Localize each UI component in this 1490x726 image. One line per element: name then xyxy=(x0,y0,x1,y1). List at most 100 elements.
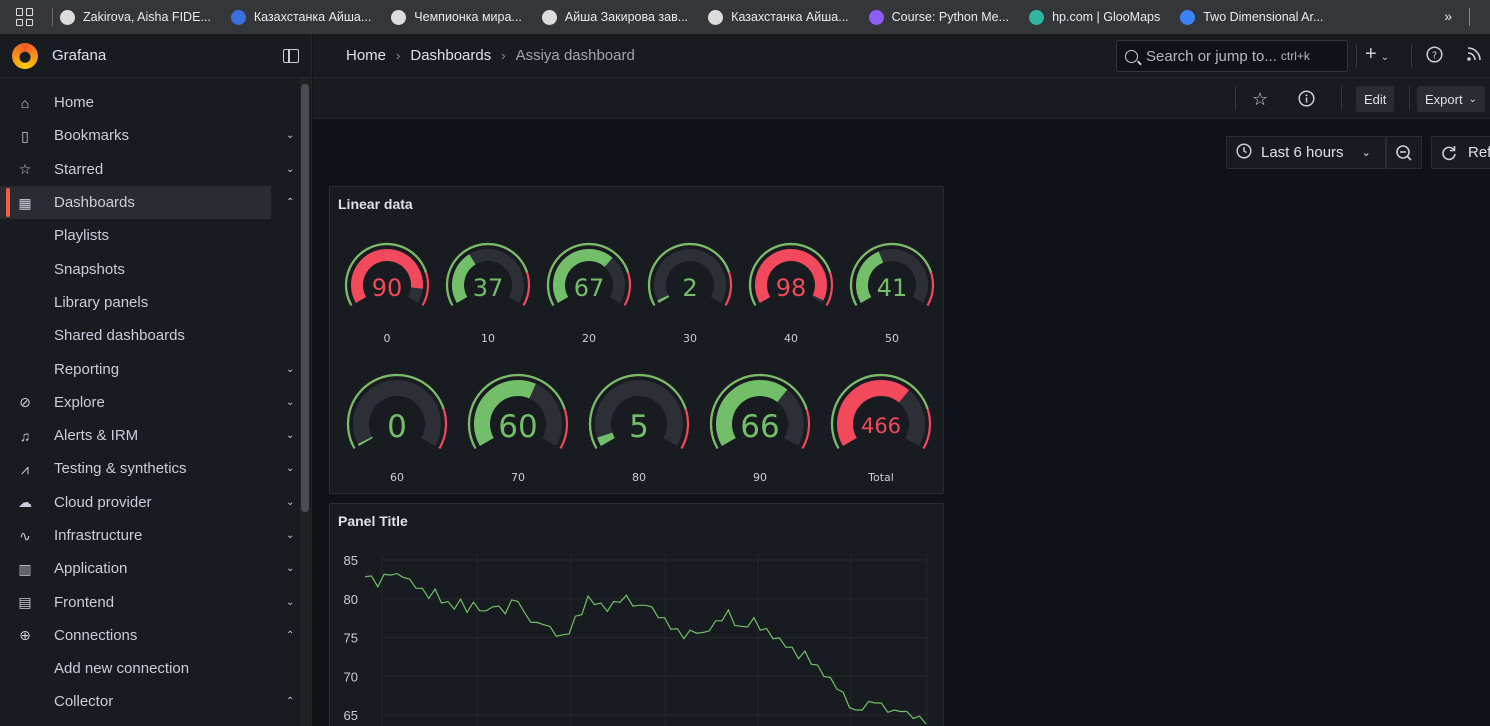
chevron-down-icon[interactable]: ⌄ xyxy=(286,563,294,574)
bookmark-item[interactable]: Zakirova, Aisha FIDE... xyxy=(60,9,211,25)
breadcrumb-separator: › xyxy=(501,48,506,63)
breadcrumb-dashboards[interactable]: Dashboards xyxy=(410,47,491,64)
sidebar-item-alerts-irm[interactable]: ♫ Alerts & IRM ⌄ xyxy=(0,419,300,452)
sidebar-item-add-new-connection[interactable]: Add new connection xyxy=(0,652,300,685)
zoom-out-button[interactable] xyxy=(1386,136,1422,169)
gauge: 67 20 xyxy=(544,231,634,346)
timeseries-panel[interactable]: Panel Title 85 80 75 70 65 xyxy=(329,503,944,726)
sidebar-item-label: Playlists xyxy=(54,227,110,245)
sidebar-item-label: Shared dashboards xyxy=(54,327,185,345)
toolbar-divider xyxy=(1341,86,1342,110)
keyboard-shortcut-hint: ctrl+k xyxy=(1280,49,1310,63)
chevron-down-icon[interactable]: ⌄ xyxy=(286,430,294,441)
gauge-value: 37 xyxy=(472,273,504,302)
sidebar-item-library-panels[interactable]: Library panels xyxy=(0,286,300,319)
bookmark-favicon-icon xyxy=(868,9,884,25)
sidebar-item-label: Reporting xyxy=(54,360,120,378)
sidebar-item-collector[interactable]: Collector ⌃ xyxy=(0,685,300,718)
dock-menu-icon[interactable] xyxy=(283,49,299,63)
refresh-button[interactable]: Ref xyxy=(1431,136,1490,169)
sidebar-item-playlists[interactable]: Playlists xyxy=(0,219,300,252)
sidebar-item-label: Connections xyxy=(54,626,138,644)
gauge-label: 50 xyxy=(885,332,899,345)
gauge-label: 20 xyxy=(582,332,596,345)
gauge-label: 10 xyxy=(481,332,495,345)
search-input[interactable]: Search or jump to... ctrl+k xyxy=(1116,40,1348,72)
chevron-down-icon: ⌄ xyxy=(1468,93,1477,105)
breadcrumb-home[interactable]: Home xyxy=(346,47,386,64)
bars-icon: ▥ xyxy=(18,560,32,577)
gauge: 60 70 xyxy=(463,362,573,485)
bookmark-item[interactable]: Course: Python Me... xyxy=(868,9,1009,25)
sidebar-item-snapshots[interactable]: Snapshots xyxy=(0,252,300,285)
sidebar-item-cloud-provider[interactable]: ☁ Cloud provider ⌄ xyxy=(0,486,300,519)
bookmark-item[interactable]: Казахстанка Айша... xyxy=(708,9,849,25)
apps-grid-icon[interactable] xyxy=(16,8,34,26)
chevron-down-icon[interactable]: ⌄ xyxy=(286,597,294,608)
gauge: 41 50 xyxy=(847,231,937,346)
brand[interactable]: Grafana xyxy=(0,34,311,78)
time-range-label: Last 6 hours xyxy=(1261,144,1344,161)
chevron-down-icon[interactable]: ⌄ xyxy=(286,530,294,541)
rss-icon[interactable] xyxy=(1466,46,1482,67)
sidebar-item-label: Bookmarks xyxy=(54,127,130,145)
edit-button[interactable]: Edit xyxy=(1356,86,1395,112)
sidebar-scrollbar[interactable] xyxy=(301,84,309,512)
sidebar-item-explore[interactable]: ⊘ Explore ⌄ xyxy=(0,386,300,419)
chevron-down-icon[interactable]: ⌄ xyxy=(286,463,294,474)
sidebar-item-connections[interactable]: ⊕ Connections ⌃ xyxy=(0,619,300,652)
time-range-picker[interactable]: Last 6 hours ⌄ xyxy=(1226,136,1386,169)
sidebar-item-home[interactable]: ⌂ Home xyxy=(0,86,300,119)
sidebar-item-dashboards[interactable]: ▦ Dashboards ⌃ xyxy=(0,185,294,220)
gauge-label: 0 xyxy=(383,332,391,345)
bookmark-item[interactable]: Чемпионка мира... xyxy=(391,9,522,25)
gauge-label: Total xyxy=(868,471,894,484)
chevron-down-icon[interactable]: ⌄ xyxy=(286,397,294,408)
dashboards-icon: ▦ xyxy=(18,194,32,211)
bookmark-favicon-icon xyxy=(1029,9,1045,25)
sidebar-item-testing-synthetics[interactable]: ⩘ Testing & synthetics ⌄ xyxy=(0,452,300,485)
chevron-down-icon[interactable]: ⌄ xyxy=(286,164,294,175)
help-icon[interactable]: ? xyxy=(1426,46,1443,68)
star-icon[interactable]: ☆ xyxy=(1252,89,1268,110)
gauge-value: 466 xyxy=(860,414,902,439)
chevron-up-icon[interactable]: ⌃ xyxy=(286,630,294,641)
chevron-down-icon: ⌄ xyxy=(1361,147,1371,159)
chevron-down-icon[interactable]: ⌄ xyxy=(286,364,294,375)
panel-title: Linear data xyxy=(338,196,413,212)
new-button[interactable]: + ⌄ xyxy=(1365,43,1389,66)
bookmark-item[interactable]: Айша Закирова зав... xyxy=(541,9,688,25)
search-icon xyxy=(1125,49,1138,63)
export-button[interactable]: Export ⌄ xyxy=(1417,86,1485,112)
sidebar-item-bookmarks[interactable]: ▯ Bookmarks ⌄ xyxy=(0,119,300,152)
bookmark-label: Two Dimensional Ar... xyxy=(1203,10,1324,24)
sidebar-item-frontend[interactable]: ▤ Frontend ⌄ xyxy=(0,585,300,618)
sidebar-item-application[interactable]: ▥ Application ⌄ xyxy=(0,552,300,585)
sidebar-item-reporting[interactable]: Reporting ⌄ xyxy=(0,352,300,385)
bookmark-item[interactable]: Казахстанка Айша... xyxy=(230,9,371,25)
star-icon: ☆ xyxy=(18,161,32,178)
brand-name: Grafana xyxy=(52,47,107,64)
bookmark-favicon-icon xyxy=(708,9,724,25)
gauge-value: 66 xyxy=(740,408,780,445)
gauge: 5 80 xyxy=(584,362,694,485)
chevron-down-icon[interactable]: ⌄ xyxy=(286,497,294,508)
bookmark-label: Zakirova, Aisha FIDE... xyxy=(83,10,211,24)
search-placeholder: Search or jump to... xyxy=(1146,47,1277,65)
gauge-panel[interactable]: Linear data 90 0 37 10 67 20 2 30 98 40 41 50 0 60 60 7… xyxy=(329,186,944,494)
chevron-up-icon[interactable]: ⌃ xyxy=(286,696,294,707)
chevron-down-icon[interactable]: ⌄ xyxy=(286,130,294,141)
zoom-out-icon xyxy=(1396,144,1412,161)
sidebar-item-shared-dashboards[interactable]: Shared dashboards xyxy=(0,319,300,352)
bookmark-item[interactable]: Two Dimensional Ar... xyxy=(1180,9,1324,25)
info-icon[interactable] xyxy=(1298,90,1315,112)
connections-icon: ⊕ xyxy=(19,627,31,644)
sidebar-item-starred[interactable]: ☆ Starred ⌄ xyxy=(0,153,300,186)
gauge: 466 Total xyxy=(826,362,936,485)
sidebar-item-infrastructure[interactable]: ∿ Infrastructure ⌄ xyxy=(0,519,300,552)
more-bookmarks-button[interactable]: » xyxy=(1444,8,1452,24)
gauge: 2 30 xyxy=(645,231,735,346)
sidebar-item-label: Alerts & IRM xyxy=(54,427,139,445)
chevron-up-icon[interactable]: ⌃ xyxy=(286,197,294,208)
bookmark-item[interactable]: hp.com | GlooMaps xyxy=(1029,9,1160,25)
